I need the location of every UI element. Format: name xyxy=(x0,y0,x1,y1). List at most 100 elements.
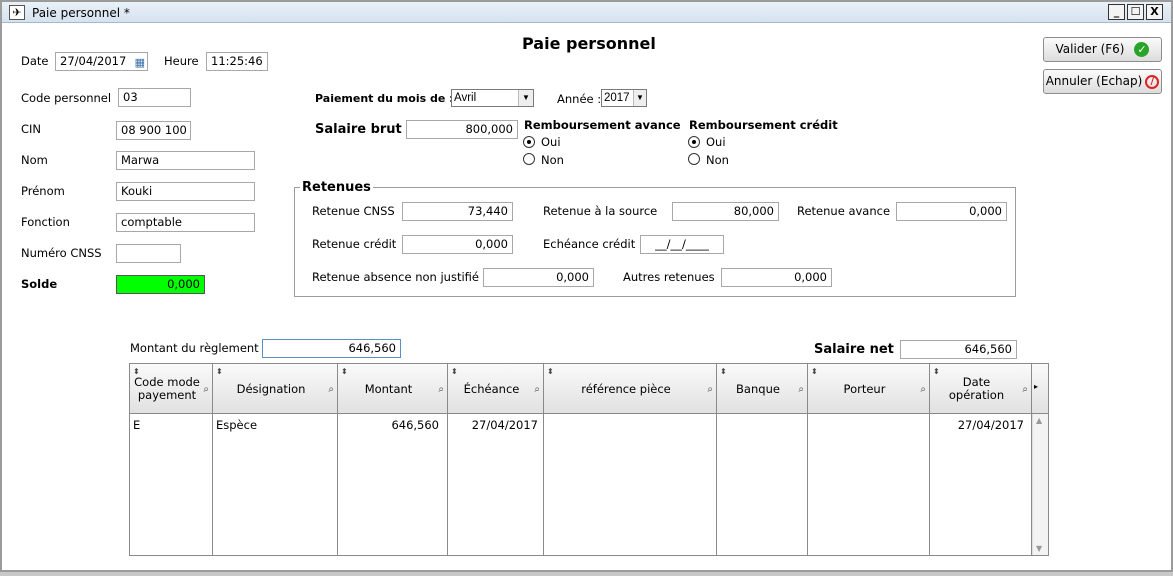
date-field[interactable]: 27/04/2017 ▦ xyxy=(55,52,148,71)
vertical-scrollbar[interactable]: ▲ ▼ xyxy=(1032,414,1048,555)
heure-field[interactable]: 11:25:46 xyxy=(206,52,268,71)
avance-oui-radio[interactable] xyxy=(523,136,535,148)
retenues-title: Retenues xyxy=(300,180,373,195)
filter-icon[interactable]: ⌕ xyxy=(534,383,540,396)
filter-icon[interactable]: ⌕ xyxy=(1022,383,1028,396)
retenue-credit-label: Retenue crédit xyxy=(312,237,397,251)
column-code: ⬍ Code mode payement ⌕ E xyxy=(130,364,213,555)
scroll-up-icon[interactable]: ▲ xyxy=(1036,416,1042,425)
calendar-icon[interactable]: ▦ xyxy=(135,54,145,70)
column-header[interactable]: ⬍ Date opération ⌕ xyxy=(930,364,1031,414)
column-header-label: référence pièce xyxy=(581,381,671,396)
montant-reglement-field[interactable]: 646,560 xyxy=(262,339,401,358)
sort-icon[interactable]: ⬍ xyxy=(720,365,727,378)
sort-icon[interactable]: ⬍ xyxy=(451,365,458,378)
annee-select[interactable]: 2017 ▼ xyxy=(601,89,647,107)
sort-icon[interactable]: ⬍ xyxy=(216,365,223,378)
annuler-button[interactable]: Annuler (Echap) / xyxy=(1043,69,1162,94)
column-header[interactable]: ⬍ Banque ⌕ xyxy=(717,364,807,414)
credit-oui-label: Oui xyxy=(706,135,726,149)
retenue-avance-field[interactable]: 0,000 xyxy=(896,202,1007,221)
annee-label: Année : xyxy=(557,92,602,106)
filter-icon[interactable]: ⌕ xyxy=(203,383,209,396)
column-designation: ⬍ Désignation ⌕ Espèce xyxy=(213,364,338,555)
fonction-field[interactable]: comptable xyxy=(116,213,255,232)
salaire-net-label: Salaire net xyxy=(814,342,894,357)
minimize-button[interactable]: _ xyxy=(1108,4,1125,20)
mois-label: Paiement du mois de : xyxy=(315,92,454,105)
credit-non-label: Non xyxy=(706,153,729,167)
solde-field: 0,000 xyxy=(116,275,205,294)
credit-non-radio[interactable] xyxy=(688,153,700,165)
solde-label: Solde xyxy=(21,277,58,291)
cancel-icon: / xyxy=(1145,74,1160,89)
paie-window: ✈ Paie personnel * _ ☐ X Paie personnel … xyxy=(0,0,1173,572)
retenue-cnss-field[interactable]: 73,440 xyxy=(402,202,513,221)
column-header-label: Échéance xyxy=(463,381,520,396)
valider-button[interactable]: Valider (F6) ✓ xyxy=(1043,37,1162,62)
autres-retenues-field[interactable]: 0,000 xyxy=(721,268,832,287)
column-header[interactable]: ⬍ référence pièce ⌕ xyxy=(544,364,716,414)
echeance-credit-field[interactable]: __/__/____ xyxy=(640,235,724,254)
column-porteur: ⬍ Porteur ⌕ xyxy=(808,364,930,555)
nom-field[interactable]: Marwa xyxy=(116,151,255,170)
cnss-number-field[interactable] xyxy=(116,244,181,263)
mois-select[interactable]: Avril ▼ xyxy=(451,89,534,107)
retenue-credit-field[interactable]: 0,000 xyxy=(402,235,513,254)
app-icon: ✈ xyxy=(9,5,25,20)
filter-icon[interactable]: ⌕ xyxy=(920,383,926,396)
filter-icon[interactable]: ⌕ xyxy=(798,383,804,396)
valider-label: Valider (F6) xyxy=(1055,42,1125,56)
column-header[interactable]: ⬍ Échéance ⌕ xyxy=(448,364,543,414)
column-header[interactable]: ⬍ Montant ⌕ xyxy=(338,364,447,414)
page-title: Paie personnel xyxy=(522,34,656,53)
fonction-label: Fonction xyxy=(21,215,70,229)
sort-icon[interactable]: ⬍ xyxy=(933,365,940,378)
column-header-label: Date opération xyxy=(948,375,1005,402)
scroll-down-icon[interactable]: ▼ xyxy=(1036,544,1042,553)
sort-icon[interactable]: ⬍ xyxy=(811,365,818,378)
cin-field[interactable]: 08 900 100 xyxy=(116,121,191,140)
prenom-field[interactable]: Kouki xyxy=(116,182,255,201)
column-reference: ⬍ référence pièce ⌕ xyxy=(544,364,717,555)
title-bar: ✈ Paie personnel * _ ☐ X xyxy=(2,2,1171,23)
filter-icon[interactable]: ⌕ xyxy=(328,383,334,396)
heure-label: Heure xyxy=(164,54,199,68)
maximize-button[interactable]: ☐ xyxy=(1127,4,1144,20)
taskbar-strip xyxy=(0,572,1173,576)
brut-field[interactable]: 800,000 xyxy=(406,120,518,139)
avance-oui-label: Oui xyxy=(541,135,561,149)
cin-label: CIN xyxy=(21,122,42,136)
sort-icon[interactable]: ⬍ xyxy=(133,365,140,378)
column-date-operation: ⬍ Date opération ⌕ 27/04/2017 xyxy=(930,364,1032,555)
filter-icon[interactable]: ⌕ xyxy=(438,383,444,396)
sort-icon[interactable]: ⬍ xyxy=(547,365,554,378)
credit-heading: Remboursement crédit xyxy=(689,118,838,132)
column-header[interactable]: ⬍ Code mode payement ⌕ xyxy=(130,364,212,414)
cell-echeance: 27/04/2017 xyxy=(471,418,538,432)
chevron-down-icon: ▼ xyxy=(518,90,533,106)
annuler-label: Annuler (Echap) xyxy=(1045,74,1143,88)
sort-icon[interactable]: ⬍ xyxy=(341,365,348,378)
column-header[interactable]: ⬍ Désignation ⌕ xyxy=(213,364,337,414)
retenue-absence-field[interactable]: 0,000 xyxy=(483,268,594,287)
retenue-absence-label: Retenue absence non justifié xyxy=(312,270,479,284)
column-montant: ⬍ Montant ⌕ 646,560 xyxy=(338,364,448,555)
brut-label: Salaire brut xyxy=(315,122,402,137)
avance-non-radio[interactable] xyxy=(523,153,535,165)
retenue-avance-label: Retenue avance xyxy=(797,204,891,218)
column-header[interactable]: ⬍ Porteur ⌕ xyxy=(808,364,929,414)
echeance-credit-label: Echéance crédit xyxy=(543,237,636,251)
payment-grid[interactable]: ⬍ Code mode payement ⌕ E ⬍ Désignation ⌕… xyxy=(129,363,1049,556)
retenue-source-field[interactable]: 80,000 xyxy=(672,202,779,221)
credit-oui-radio[interactable] xyxy=(688,136,700,148)
column-banque: ⬍ Banque ⌕ xyxy=(717,364,808,555)
column-header-label: Porteur xyxy=(843,381,886,396)
code-field[interactable]: 03 xyxy=(118,88,191,107)
scroll-right-icon[interactable]: ▸ xyxy=(1034,382,1038,391)
close-button[interactable]: X xyxy=(1146,4,1163,20)
filter-icon[interactable]: ⌕ xyxy=(707,383,713,396)
date-value: 27/04/2017 xyxy=(60,54,127,68)
autres-retenues-label: Autres retenues xyxy=(623,270,715,284)
column-echeance: ⬍ Échéance ⌕ 27/04/2017 xyxy=(448,364,544,555)
